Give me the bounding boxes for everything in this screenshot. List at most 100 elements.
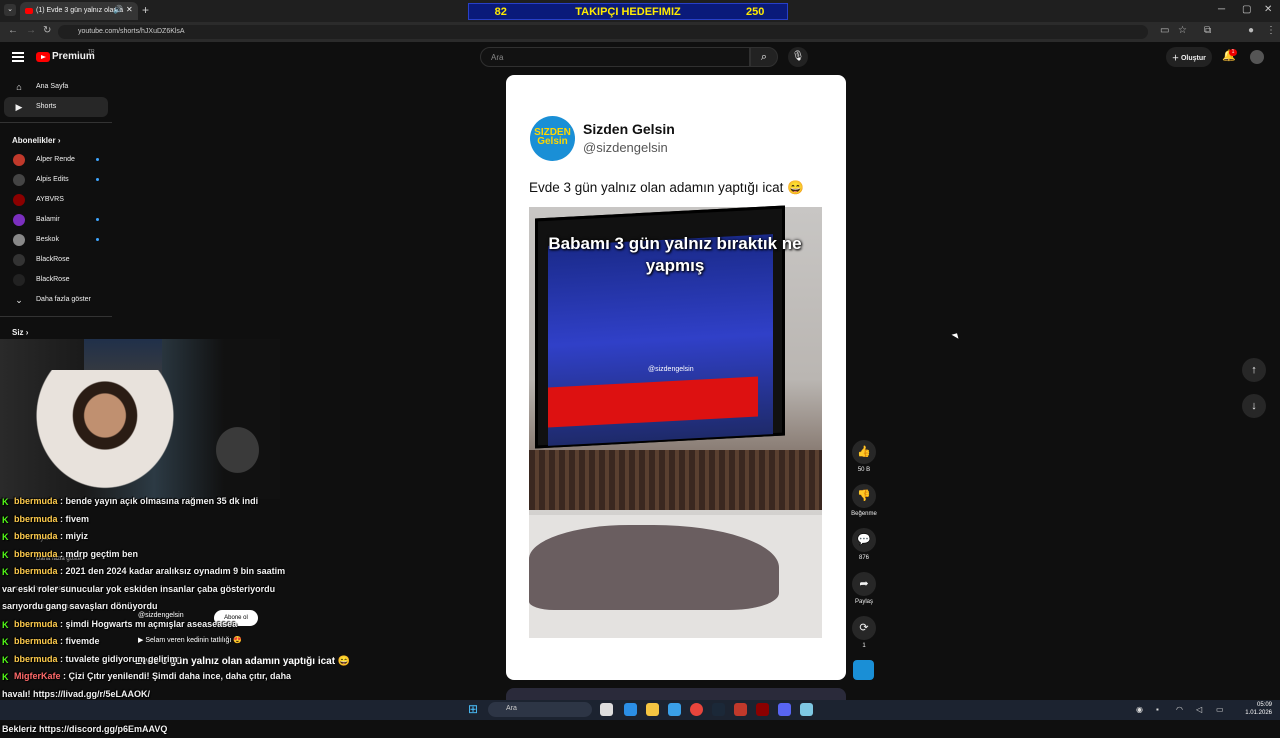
account-avatar[interactable] — [1250, 50, 1264, 64]
show-more-label: Daha fazla göster — [36, 296, 91, 303]
close-window-icon[interactable]: ✕ — [1264, 4, 1272, 15]
comment-count: 876 — [840, 555, 888, 561]
extensions-icon[interactable]: ⧉ — [1204, 25, 1211, 36]
sidebar-subscription[interactable]: Alpis Edits — [4, 170, 108, 190]
chat-message: Kbbermuda : bende yayın açık olmasına ra… — [2, 493, 342, 511]
channel-thumbnail[interactable] — [853, 660, 874, 680]
youtube-logo-icon[interactable] — [36, 52, 50, 62]
new-content-dot — [96, 238, 99, 241]
channel-avatar — [13, 174, 25, 186]
taskbar-search[interactable]: Ara — [488, 702, 592, 717]
you-header[interactable]: Siz › — [12, 328, 28, 337]
url-field[interactable]: youtube.com/shorts/hJXuDZ6KlsA — [58, 25, 1148, 39]
subscription-name: BlackRose — [36, 256, 69, 263]
chat-text: : bende yayın açık olmasına rağmen 35 dk… — [58, 496, 259, 506]
like-count: 50 B — [840, 467, 888, 473]
sidebar-item-shorts[interactable]: ▶ Shorts — [4, 97, 108, 117]
sidebar-subscription[interactable]: BlackRose — [4, 250, 108, 270]
hamburger-menu-icon[interactable] — [12, 52, 24, 62]
file-explorer-icon[interactable] — [646, 703, 659, 716]
chat-text: var eski roler sunucular yok eskiden ins… — [2, 584, 275, 594]
create-button[interactable]: ＋ Oluştur — [1166, 47, 1212, 67]
like-button[interactable]: 👍 — [852, 440, 876, 464]
next-short-preview[interactable] — [506, 688, 846, 700]
chat-message: Kbbermuda : 2021 den 2024 kadar aralıksı… — [2, 563, 342, 581]
bookmark-star-icon[interactable]: ☆ — [1178, 25, 1187, 36]
chat-username: MigferKafe — [14, 671, 61, 681]
microphone-image — [200, 410, 275, 490]
sidebar-subscription[interactable]: Alper Rende — [4, 150, 108, 170]
app-icon[interactable] — [734, 703, 747, 716]
thumbs-up-icon: 👍 — [857, 446, 871, 458]
speaker-icon[interactable]: 🔊 — [113, 5, 123, 14]
sidebar-show-more[interactable]: ⌄ Daha fazla göster — [4, 290, 108, 310]
volume-icon[interactable]: ◁ — [1196, 705, 1202, 714]
channel-avatar[interactable]: SIZDEN Gelsin — [530, 116, 575, 161]
remix-count: 1 — [840, 643, 888, 649]
chat-text: : mdrp geçtim ben — [58, 549, 139, 559]
forward-icon[interactable]: → — [26, 25, 36, 36]
app-icon[interactable] — [756, 703, 769, 716]
comments-button[interactable]: 💬 — [852, 528, 876, 552]
battery-icon[interactable]: ▭ — [1216, 705, 1224, 714]
previous-short-button[interactable]: ↑ — [1242, 358, 1266, 382]
new-tab-button[interactable]: + — [142, 3, 149, 17]
tab-title: (1) Evde 3 gün yalnız olan a — [36, 7, 123, 14]
kick-badge-icon: K — [2, 564, 9, 582]
follower-goal-banner: 82 TAKIPÇI HEDEFIMIZ 250 — [468, 3, 788, 20]
remix-icon: ⟳ — [859, 622, 868, 634]
steam-icon[interactable] — [712, 703, 725, 716]
profile-icon[interactable]: ● — [1248, 25, 1254, 36]
subscriptions-header[interactable]: Abonelikler › — [12, 136, 60, 145]
chrome-icon[interactable] — [690, 703, 703, 716]
kick-badge-icon: K — [2, 652, 9, 670]
chat-text: Bekleriz https://discord.gg/p6EmAAVQ — [2, 724, 167, 734]
tab-search-button[interactable]: ⌄ — [4, 4, 16, 16]
search-button[interactable]: ⌕ — [750, 47, 778, 67]
edge-icon[interactable] — [624, 703, 637, 716]
chat-username: bbermuda — [14, 531, 58, 541]
windows-start-icon[interactable]: ⊞ — [468, 702, 478, 716]
taskbar-clock[interactable]: 05:09 1.01.2026 — [1236, 701, 1272, 717]
task-view-icon[interactable] — [600, 703, 613, 716]
new-content-dot — [96, 158, 99, 161]
kick-badge-icon: K — [2, 634, 9, 652]
sidebar-subscription[interactable]: Beskok — [4, 230, 108, 250]
minimize-icon[interactable]: ─ — [1218, 4, 1225, 15]
search-input[interactable]: Ara — [480, 47, 750, 67]
browser-tab[interactable]: (1) Evde 3 gün yalnız olan a 🔊 ✕ — [20, 2, 138, 20]
app-icon[interactable] — [800, 703, 813, 716]
sidebar-subscription[interactable]: Balamir — [4, 210, 108, 230]
subscription-name: BlackRose — [36, 276, 69, 283]
reload-icon[interactable]: ↻ — [43, 25, 51, 36]
next-short-button[interactable]: ↓ — [1242, 394, 1266, 418]
chat-username: bbermuda — [14, 514, 58, 524]
network-icon[interactable]: ◉ — [1136, 705, 1143, 714]
share-label: Paylaş — [840, 599, 888, 605]
cast-icon[interactable]: ▭ — [1160, 25, 1169, 36]
channel-name[interactable]: Sizden Gelsin — [583, 121, 675, 137]
close-tab-icon[interactable]: ✕ — [126, 5, 133, 14]
clock-date: 1.01.2026 — [1236, 709, 1272, 717]
chat-text: : şimdi Hogwarts mı açmışlar aseaseasea — [58, 619, 238, 629]
voice-search-button[interactable]: 🎙 — [788, 47, 808, 67]
remix-button[interactable]: ⟳ — [852, 616, 876, 640]
sidebar-subscription[interactable]: BlackRose — [4, 270, 108, 290]
share-button[interactable]: ➦ — [852, 572, 876, 596]
sidebar-item-home[interactable]: ⌂ Ana Sayfa — [4, 77, 108, 97]
subscription-name: Alper Rende — [36, 156, 75, 163]
chat-message: Kbbermuda : şimdi Hogwarts mı açmışlar a… — [2, 616, 342, 634]
store-icon[interactable] — [668, 703, 681, 716]
maximize-icon[interactable]: ▢ — [1242, 4, 1251, 15]
discord-icon[interactable] — [778, 703, 791, 716]
goal-label: TAKIPÇI HEDEFIMIZ — [533, 6, 724, 18]
kick-badge-icon: K — [2, 617, 9, 635]
dislike-button[interactable]: 👎 — [852, 484, 876, 508]
wifi-icon[interactable]: ◠ — [1176, 705, 1183, 714]
tray-icon[interactable]: ▪ — [1156, 705, 1159, 714]
chat-username: bbermuda — [14, 636, 58, 646]
back-icon[interactable]: ← — [8, 25, 18, 36]
new-content-dot — [96, 218, 99, 221]
sidebar-subscription[interactable]: AYBVRS — [4, 190, 108, 210]
browser-menu-icon[interactable]: ⋮ — [1266, 25, 1276, 36]
